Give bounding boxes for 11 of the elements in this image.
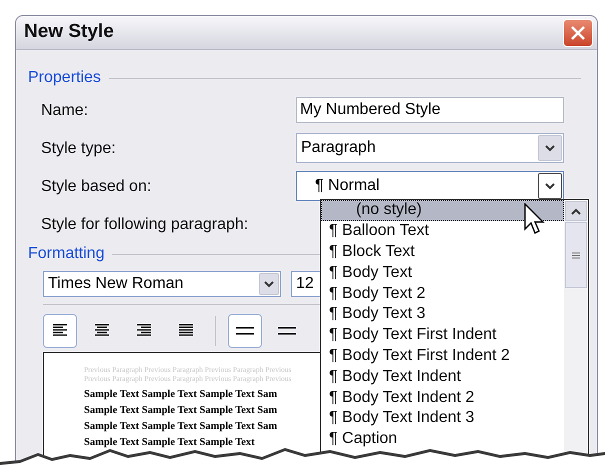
section-heading: Properties bbox=[28, 68, 101, 88]
section-heading: Formatting bbox=[28, 244, 104, 264]
field-label: Style based on: bbox=[40, 177, 152, 197]
preview-sample-text: Sample Text Sample Text Sample Text bbox=[84, 436, 255, 450]
preview-sample-text: Sample Text Sample Text Sample Text Sam bbox=[84, 404, 278, 418]
window-title: New Style bbox=[24, 20, 114, 44]
field-label: Style for following paragraph: bbox=[40, 215, 250, 235]
field-label: Name: bbox=[40, 101, 90, 121]
preview-sample-text: Sample Text Sample Text Sample Text Sam bbox=[84, 388, 278, 402]
field-label: Style type: bbox=[40, 139, 117, 159]
preview-sample-text: Sample Text Sample Text Sample Text Sam bbox=[84, 420, 278, 434]
